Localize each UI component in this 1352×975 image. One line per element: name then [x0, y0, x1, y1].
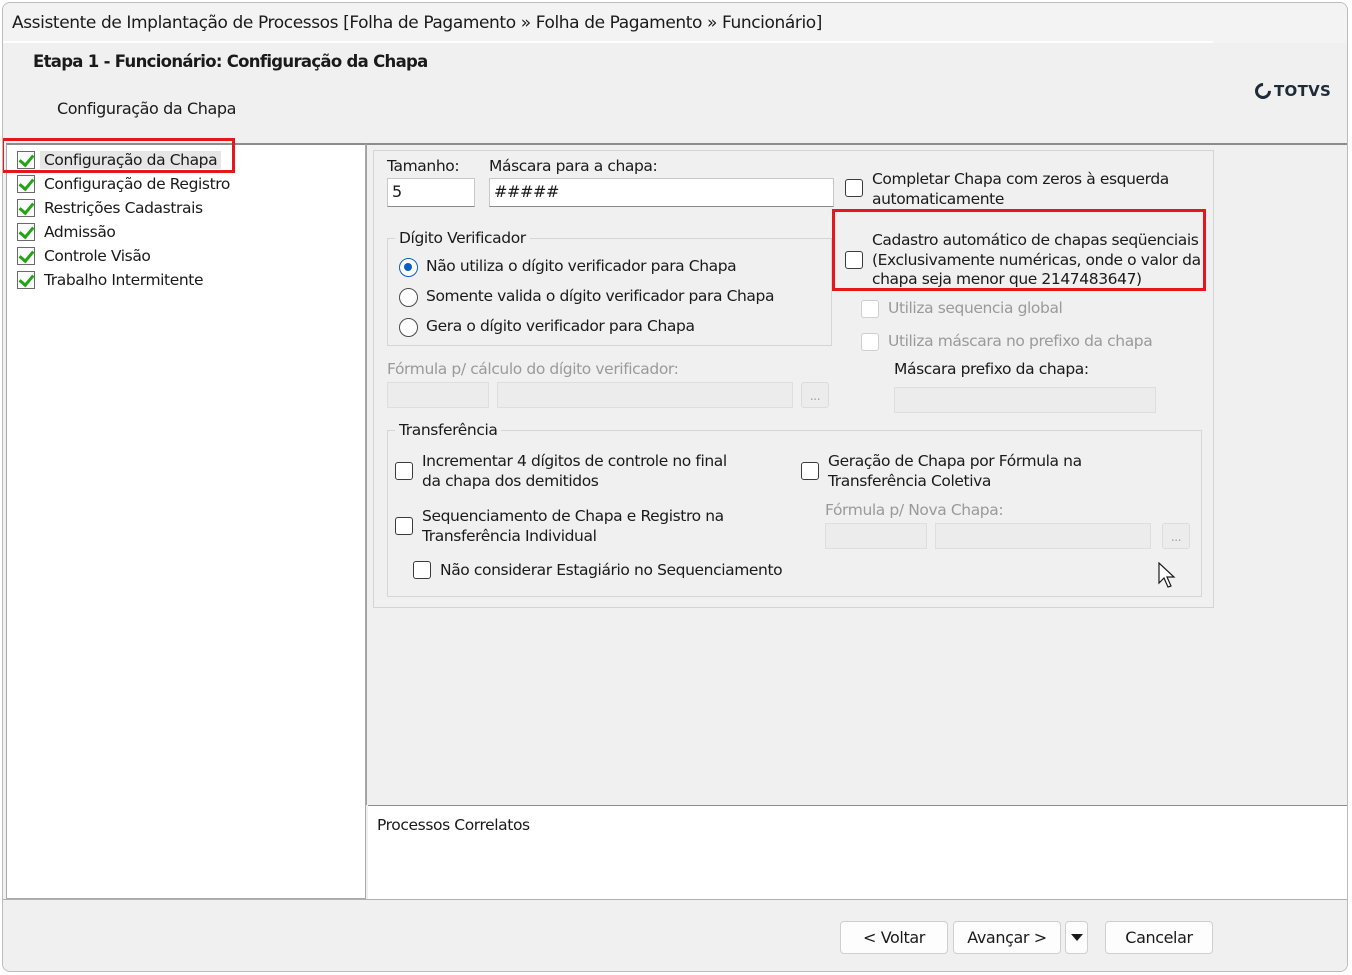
- next-button[interactable]: Avançar >: [953, 921, 1061, 954]
- totvs-logo-icon: [1251, 79, 1275, 103]
- processos-correlatos-label: Processos Correlatos: [377, 816, 530, 834]
- sequenciamento-checkbox[interactable]: [395, 517, 413, 535]
- incrementar-digitos-label: Incrementar 4 dígitos de controle no fin…: [422, 452, 727, 490]
- checkmark-icon: [17, 223, 35, 241]
- sidebar-item-label: Restrições Cadastrais: [44, 199, 203, 217]
- sidebar-item-controle-visao[interactable]: Controle Visão: [17, 245, 151, 267]
- checkmark-icon: [17, 271, 35, 289]
- mascara-label: Máscara para a chapa:: [489, 157, 658, 175]
- geracao-chapa-formula-checkbox[interactable]: [801, 462, 819, 480]
- utiliza-sequencia-global-checkbox[interactable]: [861, 300, 879, 318]
- sidebar-item-configuracao-registro[interactable]: Configuração de Registro: [17, 173, 230, 195]
- sidebar-item-label: Admissão: [44, 223, 116, 241]
- transferencia-legend: Transferência: [395, 421, 502, 439]
- mouse-cursor-icon: [1158, 562, 1176, 588]
- radio-nao-utiliza[interactable]: [399, 258, 418, 277]
- tamanho-input[interactable]: 5: [387, 178, 475, 207]
- next-dropdown-button[interactable]: [1065, 921, 1088, 954]
- formula-digito-label: Fórmula p/ cálculo do dígito verificador…: [387, 360, 679, 378]
- formula-nova-chapa-browse-button[interactable]: ...: [1162, 523, 1190, 549]
- tamanho-label: Tamanho:: [387, 157, 460, 175]
- totvs-logo: TOTVS: [1251, 79, 1332, 103]
- radio-gera-digito-label: Gera o dígito verificador para Chapa: [426, 317, 695, 335]
- mascara-prefixo-label: Máscara prefixo da chapa:: [894, 360, 1089, 378]
- chevron-down-icon: [1071, 934, 1083, 941]
- window-title: Assistente de Implantação de Processos […: [12, 13, 823, 33]
- checkmark-icon: [17, 247, 35, 265]
- sidebar-item-label: Configuração de Registro: [44, 175, 230, 193]
- mascara-input[interactable]: #####: [489, 178, 834, 207]
- sidebar-item-label: Controle Visão: [44, 247, 151, 265]
- utiliza-sequencia-global-label: Utiliza sequencia global: [888, 299, 1063, 317]
- cancel-button[interactable]: Cancelar: [1105, 921, 1213, 954]
- formula-nova-chapa-code-input[interactable]: [825, 523, 927, 549]
- formula-digito-desc-input[interactable]: [497, 382, 793, 408]
- step-subtitle: Configuração da Chapa: [57, 99, 237, 118]
- completar-zeros-checkbox[interactable]: [845, 179, 863, 197]
- highlight-box-sidebar: [3, 138, 235, 173]
- highlight-box-cadastro: [832, 209, 1206, 291]
- title-bar: Assistente de Implantação de Processos […: [3, 3, 1347, 43]
- nao-considerar-estagiario-label: Não considerar Estagiário no Sequenciame…: [440, 561, 783, 579]
- digito-verificador-legend: Dígito Verificador: [395, 229, 530, 247]
- wizard-window: Assistente de Implantação de Processos […: [2, 2, 1348, 972]
- radio-nao-utiliza-label: Não utiliza o dígito verificador para Ch…: [426, 257, 737, 275]
- sidebar-item-admissao[interactable]: Admissão: [17, 221, 116, 243]
- formula-nova-chapa-desc-input[interactable]: [935, 523, 1151, 549]
- radio-gera-digito[interactable]: [399, 318, 418, 337]
- logo-text: TOTVS: [1274, 82, 1332, 100]
- nao-considerar-estagiario-checkbox[interactable]: [413, 561, 431, 579]
- mascara-prefixo-input[interactable]: [894, 387, 1156, 413]
- back-button[interactable]: < Voltar: [840, 921, 948, 954]
- incrementar-digitos-checkbox[interactable]: [395, 462, 413, 480]
- radio-somente-valida-label: Somente valida o dígito verificador para…: [426, 287, 775, 305]
- utiliza-mascara-prefixo-checkbox[interactable]: [861, 333, 879, 351]
- formula-nova-chapa-label: Fórmula p/ Nova Chapa:: [825, 501, 1004, 519]
- sequenciamento-label: Sequenciamento de Chapa e Registro na Tr…: [422, 507, 724, 545]
- sidebar-item-restricoes-cadastrais[interactable]: Restrições Cadastrais: [17, 197, 203, 219]
- sidebar-item-trabalho-intermitente[interactable]: Trabalho Intermitente: [17, 269, 204, 291]
- geracao-chapa-formula-label: Geração de Chapa por Fórmula na Transfer…: [828, 452, 1082, 490]
- radio-somente-valida[interactable]: [399, 288, 418, 307]
- checkmark-icon: [17, 175, 35, 193]
- sidebar-item-label: Trabalho Intermitente: [44, 271, 204, 289]
- utiliza-mascara-prefixo-label: Utiliza máscara no prefixo da chapa: [888, 332, 1153, 350]
- completar-zeros-label: Completar Chapa com zeros à esquerda aut…: [872, 170, 1169, 208]
- processos-correlatos-panel: Processos Correlatos: [368, 805, 1347, 899]
- checkmark-icon: [17, 199, 35, 217]
- formula-digito-code-input[interactable]: [387, 382, 489, 408]
- steps-sidebar: Configuração da Chapa Configuração de Re…: [6, 143, 366, 899]
- formula-digito-browse-button[interactable]: ...: [801, 382, 829, 408]
- step-title: Etapa 1 - Funcionário: Configuração da C…: [33, 52, 428, 71]
